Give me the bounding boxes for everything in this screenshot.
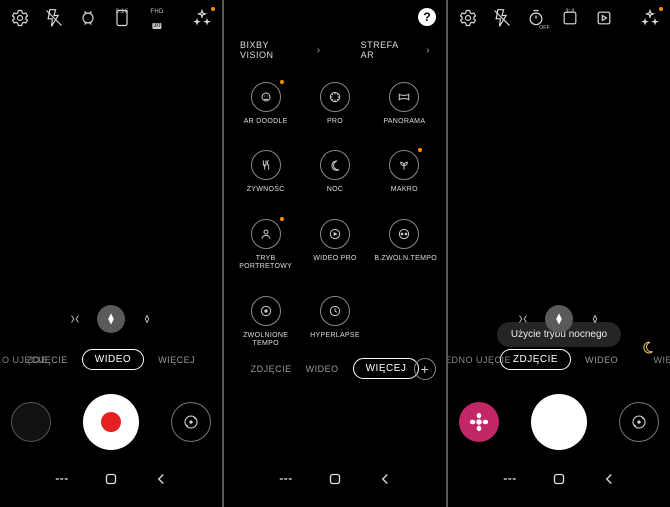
gallery-thumbnail[interactable]: [459, 402, 499, 442]
tab-more[interactable]: WIĘCEJ: [158, 355, 195, 365]
shutter-row: [0, 380, 222, 460]
nav-home-icon[interactable]: [102, 470, 120, 493]
nav-back-icon[interactable]: [376, 470, 394, 493]
effects-icon[interactable]: [192, 8, 212, 28]
zoom-wide[interactable]: [545, 305, 573, 333]
resolution-icon[interactable]: FHD30: [146, 8, 168, 28]
record-indicator: [101, 412, 121, 432]
zoom-wide[interactable]: [97, 305, 125, 333]
shutter-button[interactable]: [83, 394, 139, 450]
ar-zone-link[interactable]: STREFA AR›: [361, 40, 430, 60]
mode-tabs: JEDNO UJĘCIE ZDJĘCIE WIDEO WIĘ: [448, 339, 670, 380]
settings-icon[interactable]: [10, 8, 30, 28]
mode-panorama[interactable]: PANORAMA: [373, 82, 436, 126]
feature-links: BIXBY VISION› STREFA AR›: [224, 34, 446, 74]
mode-super-slow[interactable]: B.ZWOLN.TEMPO: [373, 219, 436, 272]
mode-portrait[interactable]: TRYB PORTRETOWY: [234, 219, 297, 272]
super-steady-icon[interactable]: [78, 8, 98, 28]
aspect-ratio-icon[interactable]: 3:4: [560, 8, 580, 28]
camera-screen-photo: OFF 3:4 Użycie trybu nocnego JEDNO UJĘCI…: [448, 0, 670, 507]
mode-pro[interactable]: PRO: [303, 82, 366, 126]
settings-icon[interactable]: [458, 8, 478, 28]
effects-icon[interactable]: [640, 8, 660, 28]
tab-video[interactable]: WIDEO: [585, 355, 618, 365]
nav-recents-icon[interactable]: [52, 470, 70, 493]
zoom-controls: [448, 295, 670, 339]
bixby-vision-link[interactable]: BIXBY VISION›: [240, 40, 321, 60]
zoom-ultrawide[interactable]: [511, 307, 535, 331]
modes-grid: AR DOODLE PRO PANORAMA ŻYWNOŚĆ NOC MAKRO…: [224, 74, 446, 348]
system-nav: [448, 460, 670, 507]
nav-home-icon[interactable]: [326, 470, 344, 493]
nav-back-icon[interactable]: [152, 470, 170, 493]
chevron-right-icon: ›: [317, 45, 321, 56]
mode-video-pro[interactable]: WIDEO PRO: [303, 219, 366, 272]
timer-off-icon[interactable]: OFF: [526, 8, 546, 28]
nav-back-icon[interactable]: [600, 470, 618, 493]
mode-macro[interactable]: MAKRO: [373, 150, 436, 194]
tab-more[interactable]: WIĘCEJ: [353, 358, 420, 379]
add-mode-button[interactable]: +: [414, 358, 436, 380]
zoom-tele[interactable]: [583, 307, 607, 331]
camera-flip-button[interactable]: [171, 402, 211, 442]
tab-edge-left[interactable]: JEDNO UJĘCIE: [448, 355, 511, 365]
flash-off-icon[interactable]: [44, 8, 64, 28]
zoom-tele[interactable]: [135, 307, 159, 331]
mode-ar-doodle[interactable]: AR DOODLE: [234, 82, 297, 126]
motion-photo-icon[interactable]: [594, 8, 614, 28]
mode-slow-mo[interactable]: ZWOLNIONE TEMPO: [234, 296, 297, 349]
nav-recents-icon[interactable]: [500, 470, 518, 493]
system-nav: [0, 460, 222, 507]
flash-off-icon[interactable]: [492, 8, 512, 28]
system-nav: [224, 460, 446, 507]
help-icon[interactable]: ?: [418, 8, 436, 26]
tab-edge-left[interactable]: O UJĘCIE: [2, 355, 48, 365]
mode-food[interactable]: ŻYWNOŚĆ: [234, 150, 297, 194]
aspect-ratio-icon[interactable]: 9:16: [112, 8, 132, 28]
tab-edge-right[interactable]: WIĘ: [654, 355, 670, 365]
mode-tabs: O UJĘCIE ZDJĘCIE WIDEO WIĘCEJ: [0, 339, 222, 380]
camera-screen-video: 9:16 FHD30 O UJĘCIE ZDJĘCIE WIDEO WIĘCEJ: [0, 0, 222, 507]
shutter-button[interactable]: [531, 394, 587, 450]
camera-screen-more: ? BIXBY VISION› STREFA AR› AR DOODLE PRO…: [224, 0, 446, 507]
nav-home-icon[interactable]: [550, 470, 568, 493]
top-toolbar: OFF 3:4: [448, 0, 670, 36]
top-toolbar: ?: [224, 0, 446, 34]
mode-tabs: ZDJĘCIE WIDEO WIĘCEJ +: [224, 348, 446, 389]
mode-hyperlapse[interactable]: HYPERLAPSE: [303, 296, 366, 349]
camera-flip-button[interactable]: [619, 402, 659, 442]
zoom-controls: [0, 295, 222, 339]
nav-recents-icon[interactable]: [276, 470, 294, 493]
tab-photo[interactable]: ZDJĘCIE: [251, 364, 292, 374]
mode-night[interactable]: NOC: [303, 150, 366, 194]
top-toolbar: 9:16 FHD30: [0, 0, 222, 36]
zoom-ultrawide[interactable]: [63, 307, 87, 331]
gallery-thumbnail[interactable]: [11, 402, 51, 442]
tab-video[interactable]: WIDEO: [82, 349, 144, 370]
shutter-row: [448, 380, 670, 460]
tab-video[interactable]: WIDEO: [306, 364, 339, 374]
chevron-right-icon: ›: [426, 45, 430, 56]
